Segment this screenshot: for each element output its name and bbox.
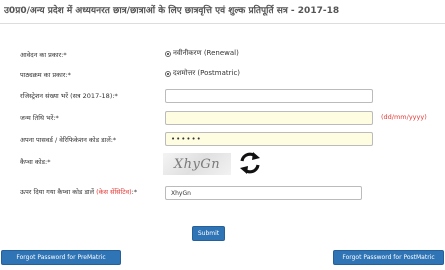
captcha-input-label-suffix: :* xyxy=(131,188,138,196)
dob-label: जन्म तिथि भरें:* xyxy=(20,114,59,122)
case-sensitive-note: (केस सेंसिटिव) xyxy=(96,188,132,196)
registration-input[interactable] xyxy=(165,89,373,103)
captcha-input-label-text: ऊपर दिया गया कैप्चा कोड डालें xyxy=(20,188,95,196)
captcha-input-label: ऊपर दिया गया कैप्चा कोड डालें (केस सेंसि… xyxy=(20,187,137,196)
page-title: उ0प्र0/अन्य प्रदेश में अध्ययनरत छात्र/छा… xyxy=(4,6,340,16)
password-input[interactable]: •••••• xyxy=(165,132,373,146)
forgot-password-prematric-button[interactable]: Forgot Password for PreMatric xyxy=(1,250,121,265)
course-type-value: दशमोत्तर (Postmatric) xyxy=(173,69,241,77)
application-type-radio[interactable]: नवीनीकरण (Renewal) xyxy=(165,49,239,58)
submit-button[interactable]: Submit xyxy=(192,226,225,241)
captcha-input[interactable]: XhyGn xyxy=(165,186,362,200)
registration-label: रजिस्ट्रेशन संख्या भरें (सत्र 2017-18):* xyxy=(20,92,118,100)
dob-input[interactable] xyxy=(165,111,373,125)
password-label: अपना पासवर्ड / वेरिफिकेशन कोड डालें:* xyxy=(20,136,117,144)
refresh-icon[interactable] xyxy=(236,149,264,177)
radio-icon[interactable] xyxy=(165,50,171,57)
application-type-value: नवीनीकरण (Renewal) xyxy=(173,49,239,57)
application-type-label: आवेदन का प्रकार:* xyxy=(20,51,67,59)
dob-format-hint: (dd/mm/yyyy) xyxy=(381,113,427,121)
radio-icon[interactable] xyxy=(165,70,171,77)
forgot-password-postmatric-button[interactable]: Forgot Password for PostMatric xyxy=(333,250,444,265)
course-type-label: पाठ्यक्रम का प्रकार:* xyxy=(20,71,71,79)
header-divider xyxy=(0,23,445,24)
course-type-radio[interactable]: दशमोत्तर (Postmatric) xyxy=(165,69,240,78)
captcha-image: XhyGn xyxy=(163,153,231,175)
captcha-label: कैप्चा कोड:* xyxy=(20,158,51,166)
